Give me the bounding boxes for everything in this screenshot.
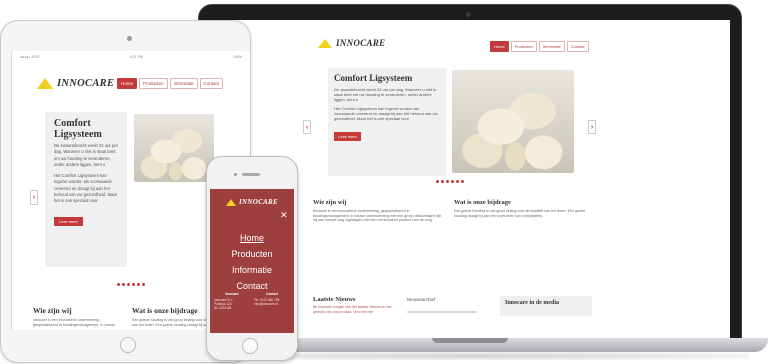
about-text: Innocare is een innovatieve onderneming,… <box>33 318 120 328</box>
nav-home[interactable]: Home <box>117 78 138 89</box>
hero-text-2: Het Comfort Ligsysteem kan ingezet worde… <box>54 173 118 204</box>
tablet-main-nav: Home Producten Informatie Contact <box>117 78 224 89</box>
about-title: Wie zijn wij <box>33 306 72 315</box>
logo-text: INNOCARE <box>57 78 115 89</box>
media-title: Innocare in de media <box>505 300 560 306</box>
phone-footer: Innocare Innocare B.V. Postbus 123 NL-12… <box>214 292 290 310</box>
logo-triangle-icon <box>318 38 332 48</box>
hero-text-1: De zwaartekracht werkt 24 uur per dag. W… <box>334 87 437 102</box>
nav-contact[interactable]: Contact <box>199 78 224 89</box>
phone-camera <box>234 173 237 176</box>
carousel-dot[interactable] <box>142 283 145 286</box>
carousel-dot[interactable] <box>122 283 125 286</box>
hero-read-more-button[interactable]: Lees meer <box>54 216 83 226</box>
status-time: 4:21 PM <box>130 55 144 59</box>
logo-text: INNOCARE <box>336 38 386 48</box>
news-archive-line <box>407 310 477 313</box>
hero-pillows-image <box>134 114 214 182</box>
carousel-dot[interactable] <box>137 283 140 286</box>
carousel-indicators <box>436 180 464 183</box>
chevron-right-icon: › <box>590 123 594 131</box>
news-section: Laatste Nieuws Bij Innocare hoogte van h… <box>313 296 401 314</box>
hero-pillows-image <box>452 70 574 173</box>
carousel-prev-button[interactable]: ‹ <box>303 120 311 134</box>
laptop-camera <box>466 12 471 17</box>
hero-title: Comfort Ligsysteem <box>54 118 102 140</box>
news-archive-label[interactable]: Nieuwsarchief <box>407 297 487 303</box>
contribution-section: Wat is onze bijdrage Een goede houding i… <box>454 199 587 218</box>
carousel-next-button[interactable]: › <box>588 120 596 134</box>
contribution-text: Een goede houding is van groot belang vo… <box>454 209 586 218</box>
hero-text-1: De zwaartekracht werkt 24 uur per dag. W… <box>54 143 119 167</box>
footer-col-innocare: Innocare Innocare B.V. Postbus 123 NL-12… <box>214 292 250 310</box>
tablet-status-bar: ●●●●○ AT&T 4:21 PM 100% <box>20 55 242 59</box>
menu-item-informatie[interactable]: Informatie <box>210 262 294 278</box>
footer-col-contact: Contact Tel: 0123 456 789 info@innocare.… <box>254 292 290 310</box>
media-section: Innocare in de media <box>500 296 592 316</box>
logo-text: INNOCARE <box>239 198 278 206</box>
news-text: Bij Innocare hoogte van het laatste nieu… <box>313 305 392 314</box>
logo-triangle-icon <box>37 78 53 89</box>
status-battery: 100% <box>233 55 242 59</box>
phone-nav-menu: Home Producten Informatie Contact <box>210 230 294 294</box>
carousel-dot[interactable] <box>132 283 135 286</box>
about-text: Innocare is een innovatieve onderneming,… <box>313 209 442 223</box>
about-section: Wie zijn wij Innocare is een innovatieve… <box>33 306 123 328</box>
carousel-dot[interactable] <box>451 180 454 183</box>
carousel-dot[interactable] <box>446 180 449 183</box>
nav-producten[interactable]: Producten <box>139 78 168 89</box>
footer-line: NL-1234 AB <box>214 306 232 310</box>
hero-text-2: Het Comfort Ligsysteem kan ingezet worde… <box>334 106 438 121</box>
laptop-hero-panel: Comfort Ligsysteem De zwaartekracht werk… <box>328 68 446 176</box>
tablet-home-button[interactable] <box>120 337 136 353</box>
footer-col-title: Contact <box>266 292 278 296</box>
close-icon[interactable]: ✕ <box>280 210 288 221</box>
menu-item-home[interactable]: Home <box>210 230 294 246</box>
hero-title: Comfort Ligsysteem <box>334 73 413 83</box>
carousel-dot[interactable] <box>441 180 444 183</box>
nav-producten[interactable]: Producten <box>510 41 537 52</box>
status-carrier: ●●●●○ AT&T <box>20 55 41 59</box>
footer-line: info@innocare.nl <box>254 302 278 306</box>
logo-triangle-icon <box>226 198 237 206</box>
carousel-dot[interactable] <box>461 180 464 183</box>
about-title: Wie zijn wij <box>313 199 347 206</box>
tablet-camera <box>127 36 132 41</box>
nav-informatie[interactable]: Informatie <box>538 41 565 52</box>
footer-col-title: Innocare <box>225 292 239 296</box>
carousel-dot[interactable] <box>456 180 459 183</box>
nav-contact[interactable]: Contact <box>566 41 589 52</box>
phone-home-button[interactable] <box>242 338 258 354</box>
nav-home[interactable]: Home <box>490 41 509 52</box>
carousel-dot[interactable] <box>127 283 130 286</box>
news-archive: Nieuwsarchief <box>407 297 487 313</box>
carousel-prev-button[interactable]: ‹ <box>30 190 38 205</box>
tablet-site-logo[interactable]: INNOCARE <box>37 78 114 89</box>
laptop-main-nav: Home Producten Informatie Contact <box>490 41 589 52</box>
chevron-left-icon: ‹ <box>305 123 309 131</box>
phone-speaker <box>242 173 260 176</box>
contribution-title: Wat is onze bijdrage <box>454 199 511 206</box>
about-section: Wie zijn wij Innocare is een innovatieve… <box>313 199 446 223</box>
tablet-hero-panel: Comfort Ligsysteem De zwaartekracht werk… <box>45 112 127 267</box>
menu-item-producten[interactable]: Producten <box>210 246 294 262</box>
carousel-indicators <box>117 283 145 286</box>
laptop-site-logo[interactable]: INNOCARE <box>318 38 385 48</box>
laptop-notch <box>432 338 508 343</box>
nav-informatie[interactable]: Informatie <box>169 78 198 89</box>
carousel-dot[interactable] <box>117 283 120 286</box>
phone-menu-logo[interactable]: INNOCARE <box>210 198 294 206</box>
chevron-left-icon: ‹ <box>32 194 36 201</box>
hero-read-more-button[interactable]: Lees meer <box>334 132 361 141</box>
news-title: Laatste Nieuws <box>313 296 356 303</box>
carousel-dot[interactable] <box>436 180 439 183</box>
